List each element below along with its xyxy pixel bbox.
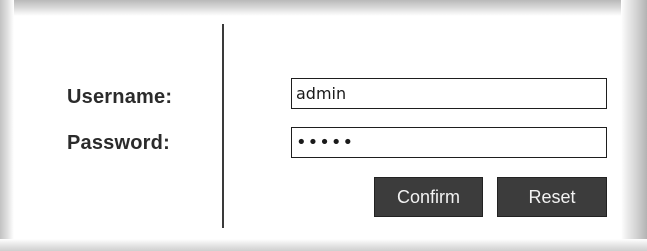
login-panel: Username: Password: Confirm Reset [0, 0, 647, 251]
password-label: Password: [67, 132, 170, 154]
frame-edge-bottom [0, 239, 647, 251]
password-input[interactable] [291, 127, 607, 158]
vertical-divider [222, 24, 224, 228]
username-input[interactable] [291, 78, 607, 109]
frame-edge-top [0, 0, 647, 16]
frame-edge-right [621, 0, 647, 251]
username-label: Username: [67, 86, 173, 108]
confirm-button[interactable]: Confirm [374, 177, 483, 217]
frame-edge-left [0, 0, 14, 251]
reset-button[interactable]: Reset [497, 177, 607, 217]
